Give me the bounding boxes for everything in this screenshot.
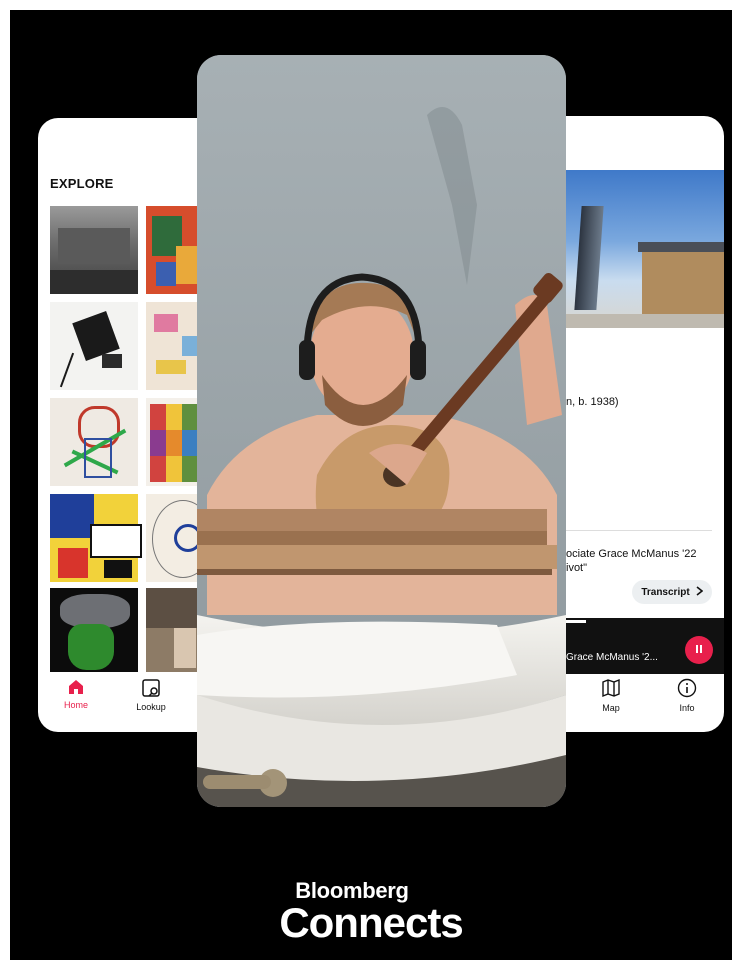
transcript-button[interactable]: Transcript <box>632 580 712 604</box>
chevron-right-icon <box>696 585 703 599</box>
artwork-thumbnail[interactable] <box>50 302 138 390</box>
bathtub-guitar-photo <box>197 55 566 807</box>
tab-map[interactable]: Map <box>586 678 636 713</box>
tab-lookup-label: Lookup <box>136 702 166 712</box>
transcript-label: Transcript <box>641 586 690 598</box>
audio-guide-title: ociate Grace McManus '22 <box>566 548 697 560</box>
lookup-icon <box>121 678 181 700</box>
featured-photo <box>197 55 566 807</box>
tab-info-label: Info <box>679 703 695 713</box>
artist-dates: n, b. 1938) <box>566 396 619 408</box>
player-title: Grace McManus '2... <box>566 652 658 663</box>
divider <box>566 530 712 531</box>
audio-guide-subtitle: ivot" <box>566 562 588 574</box>
pause-button[interactable] <box>685 636 713 664</box>
artwork-thumbnail[interactable] <box>50 206 138 294</box>
info-icon <box>662 678 712 700</box>
explore-heading: EXPLORE <box>50 176 114 191</box>
map-icon <box>586 678 636 700</box>
explore-screen: EXPLORE Home Lookup <box>38 118 218 732</box>
tab-map-label: Map <box>602 703 620 713</box>
tab-home-label: Home <box>63 700 88 710</box>
tab-lookup[interactable]: Lookup <box>121 678 181 712</box>
artwork-thumbnail[interactable] <box>50 588 138 672</box>
artwork-detail-screen: n, b. 1938) ociate Grace McManus '22 ivo… <box>546 116 724 732</box>
building-photo <box>564 170 724 328</box>
pause-icon <box>694 641 704 659</box>
brand-name-main: Connects <box>279 899 463 946</box>
tab-home[interactable]: Home <box>46 678 106 710</box>
artwork-thumbnail[interactable] <box>50 398 138 486</box>
player-progress-bar[interactable] <box>566 620 586 623</box>
artwork-thumbnail[interactable] <box>50 494 142 582</box>
audio-player[interactable]: Grace McManus '2... <box>546 618 724 674</box>
home-icon <box>46 678 106 698</box>
brand-logo: Bloomberg Connects <box>0 880 742 944</box>
tab-info[interactable]: Info <box>662 678 712 713</box>
